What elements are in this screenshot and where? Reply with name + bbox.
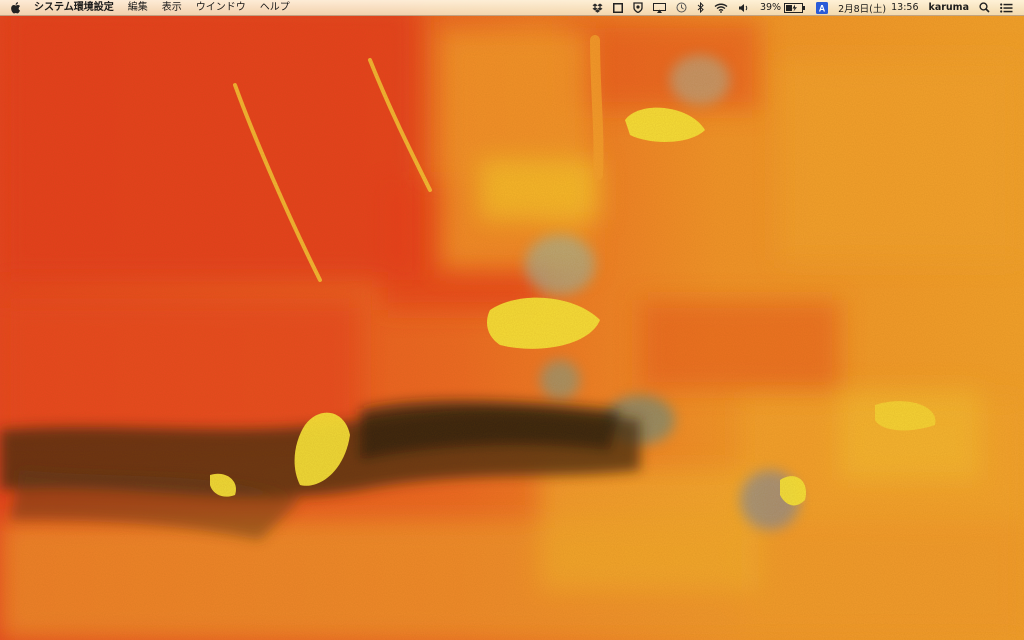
spotlight-search-icon[interactable]	[974, 0, 995, 16]
battery-charging-icon	[784, 2, 806, 13]
battery-percent: 39%	[759, 2, 782, 13]
menu-help[interactable]: ヘルプ	[253, 0, 297, 16]
security-shield-icon[interactable]	[628, 0, 648, 16]
airplay-display-icon[interactable]	[648, 0, 671, 16]
desktop-wallpaper	[0, 0, 1024, 640]
desktop: システム環境設定 編集 表示 ウインドウ ヘルプ 39% A 2月8日(土) 1…	[0, 0, 1024, 640]
wifi-icon[interactable]	[709, 0, 733, 16]
bluetooth-icon[interactable]	[692, 0, 709, 16]
clock-time: 13:56	[891, 2, 919, 13]
menu-bar: システム環境設定 編集 表示 ウインドウ ヘルプ 39% A 2月8日(土) 1…	[0, 0, 1024, 16]
menu-app-name[interactable]: システム環境設定	[30, 0, 121, 16]
input-source-icon[interactable]: A	[811, 0, 833, 16]
menu-window[interactable]: ウインドウ	[189, 0, 253, 16]
volume-icon[interactable]	[733, 0, 755, 16]
menu-view[interactable]: 表示	[155, 0, 189, 16]
dropbox-icon[interactable]	[587, 0, 608, 16]
clock-date: 2月8日(土)	[838, 3, 887, 15]
apple-logo-icon[interactable]	[0, 0, 30, 16]
menu-clock[interactable]: 2月8日(土) 13:56	[833, 0, 923, 16]
window-icon[interactable]	[608, 0, 628, 16]
menu-edit[interactable]: 編集	[121, 0, 155, 16]
battery-status[interactable]: 39%	[755, 0, 811, 16]
time-machine-icon[interactable]	[671, 0, 692, 16]
notification-center-icon[interactable]	[995, 0, 1018, 16]
menu-bar-left: システム環境設定 編集 表示 ウインドウ ヘルプ	[0, 0, 297, 16]
input-source-label: A	[819, 3, 826, 13]
menu-bar-extras: 39% A 2月8日(土) 13:56 karuma	[587, 0, 1024, 16]
user-menu[interactable]: karuma	[924, 0, 975, 16]
